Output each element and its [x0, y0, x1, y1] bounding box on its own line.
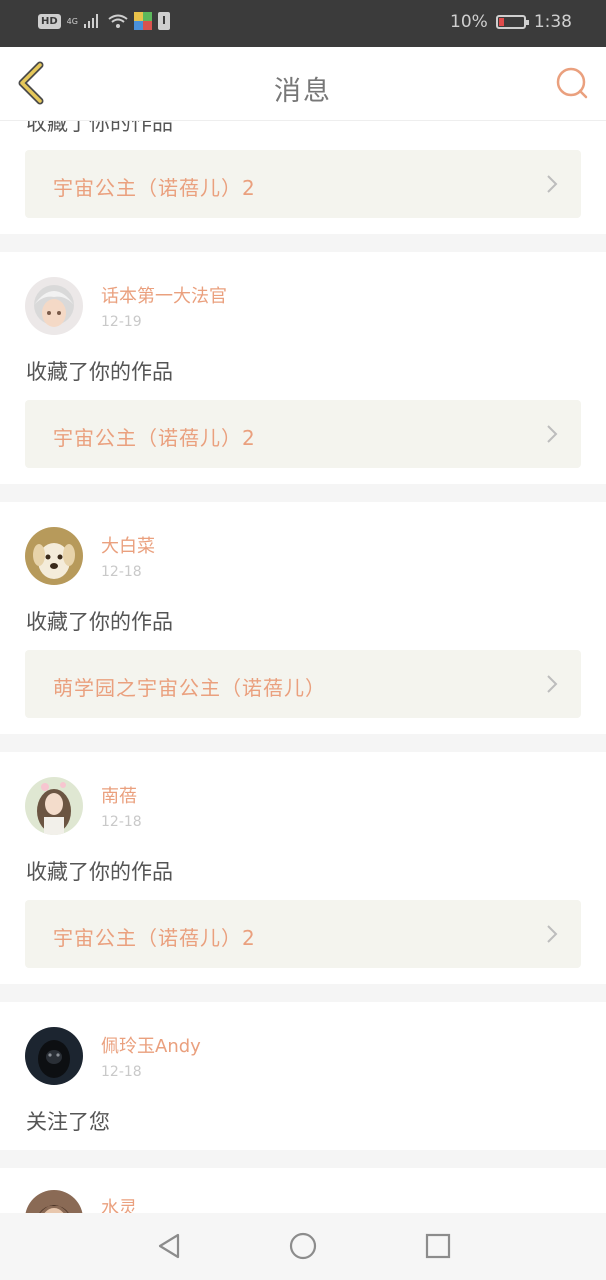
chevron-right-icon: [547, 675, 558, 693]
divider: [0, 1150, 606, 1168]
status-bar: HD 4G 10% 1:38: [0, 0, 606, 47]
divider: [0, 234, 606, 252]
action-text: 收藏了你的作品: [26, 610, 173, 634]
chevron-right-icon: [547, 175, 558, 193]
user-name[interactable]: 佩玲玉Andy: [101, 1032, 201, 1058]
post-date: 12-19: [101, 314, 142, 330]
app-header: 消息: [0, 47, 606, 121]
work-link[interactable]: 宇宙公主（诺蓓儿）2: [25, 900, 581, 968]
avatar[interactable]: [25, 1027, 83, 1085]
battery-icon: [495, 15, 529, 29]
user-name[interactable]: 话本第一大法官: [101, 282, 227, 308]
divider: [0, 484, 606, 502]
post-date: 12-18: [101, 564, 142, 580]
app-notification-icon: [133, 12, 152, 30]
message-list[interactable]: 收藏了你的作品 宇宙公主（诺蓓儿）2 话本第一大法官 12-19 收藏了你的作品…: [0, 121, 606, 1213]
square-recent-icon: [425, 1233, 451, 1259]
chevron-right-icon: [547, 425, 558, 443]
list-item: 南蓓 12-18 收藏了你的作品 宇宙公主（诺蓓儿）2: [0, 752, 606, 984]
list-item: 话本第一大法官 12-19 收藏了你的作品 宇宙公主（诺蓓儿）2: [0, 252, 606, 484]
list-item: 水灵: [0, 1168, 606, 1213]
post-date: 12-18: [101, 1064, 142, 1080]
work-link[interactable]: 宇宙公主（诺蓓儿）2: [25, 400, 581, 468]
list-item: 佩玲玉Andy 12-18 关注了您: [0, 1002, 606, 1150]
status-left: HD 4G: [38, 12, 170, 30]
clock: 1:38: [533, 12, 572, 32]
action-text: 收藏了你的作品: [26, 121, 173, 135]
action-text: 收藏了你的作品: [26, 860, 173, 884]
wifi-icon: [108, 14, 128, 28]
avatar[interactable]: [25, 527, 83, 585]
download-notification-icon: [157, 12, 170, 30]
work-title: 宇宙公主（诺蓓儿）2: [53, 426, 256, 450]
system-nav-bar: [0, 1213, 606, 1280]
battery-percent: 10%: [450, 12, 488, 32]
search-button[interactable]: [552, 63, 592, 103]
nav-home-button[interactable]: [288, 1231, 318, 1261]
avatar[interactable]: [25, 1190, 83, 1213]
network-label: 4G: [66, 16, 78, 26]
hd-badge: HD: [38, 13, 61, 29]
action-text: 收藏了你的作品: [26, 360, 173, 384]
nav-back-button[interactable]: [154, 1231, 184, 1261]
work-link[interactable]: 萌学园之宇宙公主（诺蓓儿）: [25, 650, 581, 718]
divider: [0, 734, 606, 752]
status-right: 10% 1:38: [450, 12, 572, 32]
work-title: 宇宙公主（诺蓓儿）2: [53, 176, 256, 200]
search-icon: [556, 67, 588, 99]
work-title: 宇宙公主（诺蓓儿）2: [53, 926, 256, 950]
triangle-back-icon: [158, 1233, 180, 1259]
nav-recent-button[interactable]: [423, 1231, 453, 1261]
user-name[interactable]: 大白菜: [101, 532, 155, 558]
work-title: 萌学园之宇宙公主（诺蓓儿）: [53, 676, 326, 700]
action-text: 关注了您: [26, 1110, 110, 1134]
circle-home-icon: [289, 1232, 317, 1260]
signal-icon: [83, 14, 98, 28]
chevron-right-icon: [547, 925, 558, 943]
divider: [0, 984, 606, 1002]
list-item: 收藏了你的作品 宇宙公主（诺蓓儿）2: [0, 121, 606, 234]
list-item: 大白菜 12-18 收藏了你的作品 萌学园之宇宙公主（诺蓓儿）: [0, 502, 606, 734]
page-title: 消息: [274, 76, 332, 107]
work-link[interactable]: 宇宙公主（诺蓓儿）2: [25, 150, 581, 218]
avatar[interactable]: [25, 777, 83, 835]
user-name[interactable]: 南蓓: [101, 782, 137, 808]
avatar[interactable]: [25, 277, 83, 335]
post-date: 12-18: [101, 814, 142, 830]
user-name[interactable]: 水灵: [101, 1194, 137, 1213]
